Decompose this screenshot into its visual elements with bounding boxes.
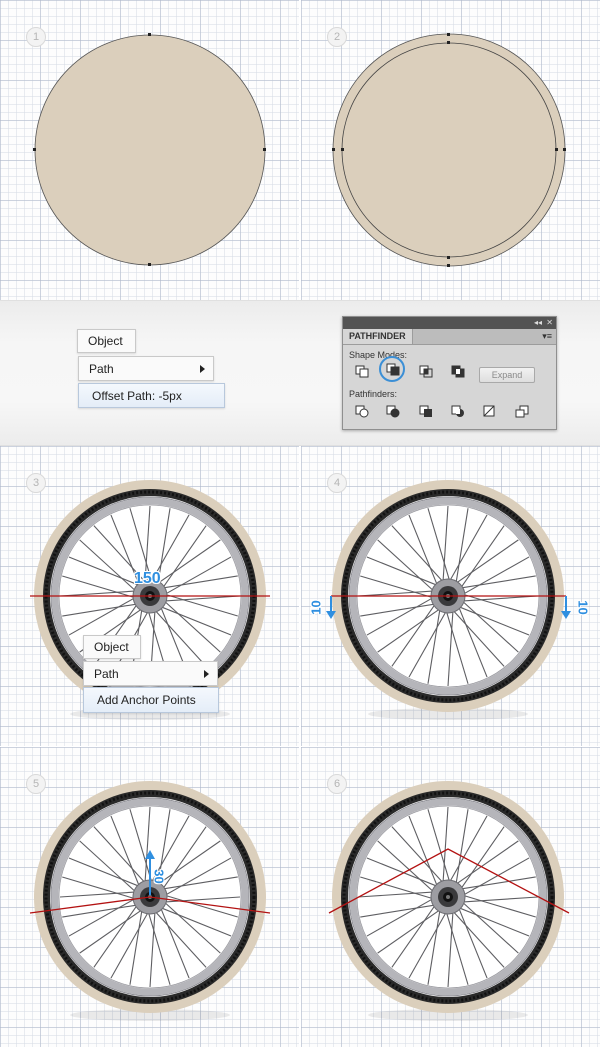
menu-object-label: Object: [94, 640, 129, 654]
canvas-step-6: 6: [301, 747, 600, 1047]
pathfinder-panel: ◂◂ ✕ PATHFINDER ▾≡ Shape Modes: Expand P…: [342, 316, 557, 430]
menu-offset-path[interactable]: Offset Path: -5px: [78, 383, 225, 408]
offset-circle-shape: [332, 33, 566, 267]
tab-pathfinder[interactable]: PATHFINDER: [343, 329, 413, 344]
guide-line: [29, 850, 271, 914]
intersect-icon[interactable]: [419, 365, 433, 378]
measurement-label: 10: [308, 600, 324, 615]
menu-path-label: Path: [89, 361, 114, 376]
expand-button[interactable]: Expand: [479, 367, 535, 383]
menu-object[interactable]: Object: [77, 329, 136, 353]
merge-icon[interactable]: [419, 405, 433, 418]
submenu-arrow-icon: [200, 364, 205, 373]
guide-line: [326, 595, 571, 619]
menu-add-anchor-points-label: Add Anchor Points: [97, 693, 196, 707]
circle-shape: [33, 33, 266, 266]
menu-object[interactable]: Object: [83, 635, 141, 659]
pathfinder-tabbar: PATHFINDER ▾≡: [343, 329, 556, 345]
divide-icon[interactable]: [355, 405, 369, 418]
menu-path-label: Path: [94, 666, 119, 681]
canvas-step-2: 2: [301, 0, 600, 300]
submenu-arrow-icon: [204, 669, 209, 678]
pathfinders-label: Pathfinders:: [349, 389, 398, 399]
panel-menu-icon[interactable]: ▾≡: [542, 329, 552, 344]
minus-back-icon[interactable]: [515, 405, 529, 418]
measurement-label: 150: [134, 570, 161, 587]
canvas-step-4: 4 10 10: [301, 446, 600, 746]
menu-path[interactable]: Path: [78, 356, 214, 381]
close-icon[interactable]: ✕: [546, 317, 553, 329]
step-row-3: 5 30 6: [0, 747, 600, 1047]
exclude-icon[interactable]: [451, 365, 465, 378]
crop-icon[interactable]: [451, 405, 465, 418]
collapse-icon[interactable]: ◂◂: [534, 317, 542, 329]
menu-path[interactable]: Path: [83, 661, 218, 686]
canvas-step-3: 3 150 Object Path Add Anchor Points: [0, 446, 299, 746]
step-row-1: 1 2: [0, 0, 600, 300]
measurement-label: 30: [151, 869, 167, 884]
unite-icon[interactable]: [355, 365, 369, 378]
outline-icon[interactable]: [483, 405, 497, 418]
trim-icon[interactable]: [386, 405, 400, 418]
guide-line: [328, 848, 570, 914]
menu-add-anchor-points[interactable]: Add Anchor Points: [83, 687, 219, 713]
canvas-step-5: 5 30: [0, 747, 299, 1047]
menu-offset-path-label: Offset Path: -5px: [92, 388, 182, 403]
menu-object-label: Object: [88, 334, 123, 348]
minus-front-icon[interactable]: [386, 363, 400, 376]
canvas-step-1: 1: [0, 0, 299, 300]
pathfinder-titlebar: ◂◂ ✕: [343, 317, 556, 329]
measurement-label: 10: [575, 600, 591, 615]
step-row-2: 3 150 Object Path Add Anchor Points 4 10…: [0, 446, 600, 746]
